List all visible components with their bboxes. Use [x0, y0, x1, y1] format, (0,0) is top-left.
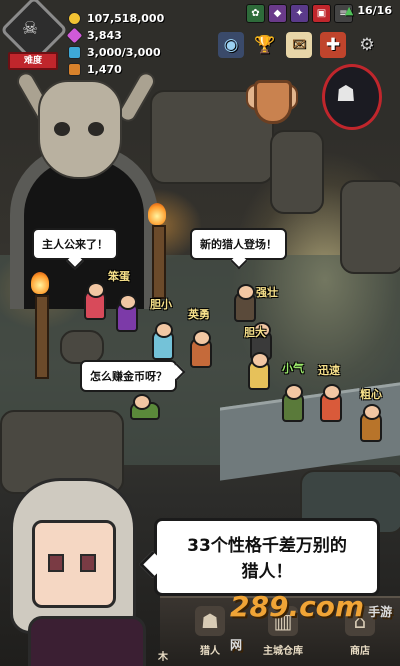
capacity-value: 3,000/3,000	[87, 46, 161, 59]
drop-icon	[68, 46, 81, 59]
gear-icon[interactable]: ⚙	[354, 32, 380, 58]
hunter-sprite[interactable]	[234, 284, 256, 322]
speech-bubble: 主人公来了！	[32, 228, 118, 260]
hunter-name: 英勇	[188, 308, 210, 321]
hunter-name: 胆大	[244, 326, 266, 339]
hunter-sprite[interactable]	[320, 384, 342, 422]
hunter-name: 迅速	[318, 364, 340, 377]
goat-skull-decoration	[38, 80, 122, 179]
torch-flame	[31, 272, 49, 294]
nav-item-partial[interactable]: 木	[156, 598, 180, 666]
speech-bubble: 新的猎人登场！	[190, 228, 287, 260]
hunter-sprite[interactable]	[190, 330, 212, 368]
capacity-counter: 3,000/3,000	[68, 46, 161, 59]
mail-icon[interactable]: ✉	[286, 32, 312, 58]
status-icons: ✿ ◆ ✦ ▣ ≡	[246, 4, 353, 23]
hunter-name: 胆小	[150, 298, 172, 311]
menu-icons: ◉ 🏆 ✉ ✚ ⚙	[218, 32, 380, 58]
hunter-name: 小气	[282, 362, 304, 375]
difficulty-badge[interactable]: ☠ 难度	[0, 0, 68, 70]
hunter-name: 粗心	[360, 388, 382, 401]
torch	[152, 225, 166, 299]
gem-value: 3,843	[87, 29, 122, 42]
gold-coin-icon	[68, 12, 81, 25]
heroine-portrait	[0, 478, 165, 666]
population-value: 16/16	[357, 4, 392, 17]
promo-speech-bubble: 33个性格千差万别的 猎人！	[154, 518, 380, 596]
shield-icon	[254, 80, 292, 124]
promo-line-1: 33个性格千差万别的	[187, 536, 347, 556]
food-value: 1,470	[87, 63, 122, 76]
tent-icon: ▲	[344, 4, 354, 17]
hunter-sprite[interactable]	[152, 322, 174, 360]
rock	[270, 130, 324, 214]
mask-icon[interactable]: ◆	[268, 4, 287, 23]
skull-icon: ☠	[22, 18, 39, 39]
difficulty-label: 难度	[8, 52, 58, 70]
site-watermark: 289.com 手游网	[230, 590, 393, 652]
leaf-icon[interactable]: ✿	[246, 4, 265, 23]
hunter-sprite-lying[interactable]	[130, 394, 160, 420]
hunter-name: 强壮	[256, 286, 278, 299]
hunter-helmet-icon: ☗	[195, 606, 225, 636]
speech-bubble: 怎么赚金币呀？	[80, 360, 177, 392]
hunter-name: 笨蛋	[108, 270, 130, 283]
crystal-icon[interactable]: ✦	[290, 4, 309, 23]
game-scene: 主人公来了！ 新的猎人登场！ 怎么赚金币呀？ 笨蛋 胆小 英勇 强壮 胆大 小气…	[0, 0, 400, 666]
hunter-sprite[interactable]	[84, 282, 106, 320]
demon-boss-icon[interactable]: ☗	[318, 62, 382, 130]
gift-icon[interactable]: ✚	[320, 32, 346, 58]
hunter-sprite[interactable]	[360, 404, 382, 442]
hunter-sprite[interactable]	[282, 384, 304, 422]
gold-counter: 107,518,000	[68, 12, 164, 25]
helmet-emblem[interactable]	[246, 70, 298, 132]
camera-icon[interactable]: ◉	[218, 32, 244, 58]
food-counter: 1,470	[68, 63, 122, 76]
gold-value: 107,518,000	[87, 12, 165, 25]
promo-line-2: 猎人！	[241, 562, 293, 582]
rock	[60, 330, 104, 364]
bread-icon	[68, 63, 81, 76]
hunter-sprite[interactable]	[248, 352, 270, 390]
trophy-icon[interactable]: 🏆	[252, 32, 278, 58]
torch	[35, 295, 49, 379]
demon-face-icon: ☗	[336, 82, 356, 107]
gem-icon	[65, 26, 84, 45]
gem-counter: 3,843	[65, 26, 122, 45]
rock	[340, 180, 400, 274]
hunter-sprite[interactable]	[116, 294, 138, 332]
population-counter: ▲ 16/16	[345, 4, 392, 17]
torch-flame	[148, 203, 166, 225]
book-icon[interactable]: ▣	[312, 4, 331, 23]
